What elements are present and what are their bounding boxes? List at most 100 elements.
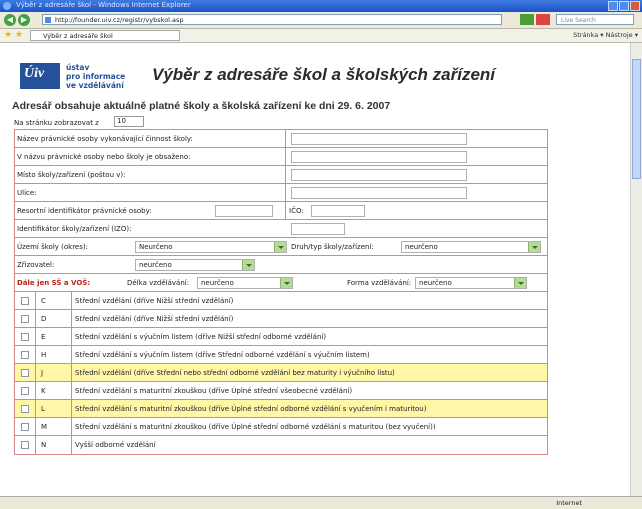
founder-select[interactable]: neurčeno xyxy=(135,259,255,271)
level-description: Střední vzdělání (dříve Nižší střední vz… xyxy=(75,297,234,305)
form-label: Forma vzdělávání: xyxy=(347,279,412,287)
level-description: Střední vzdělání s maturitní zkouškou (d… xyxy=(75,423,436,431)
length-select[interactable]: neurčeno xyxy=(197,277,293,289)
contains-label: V názvu právnické osoby nebo školy je ob… xyxy=(17,153,191,161)
level-checkbox[interactable] xyxy=(21,387,29,395)
level-code: K xyxy=(41,387,46,395)
page-content: Úiv ústav pro informace ve vzdělávání Vý… xyxy=(8,43,630,496)
education-level-row: E Střední vzdělání s výučním listem (dří… xyxy=(15,328,547,346)
street-label: Ulice: xyxy=(17,189,37,197)
level-description: Vyšší odborné vzdělání xyxy=(75,441,156,449)
tab-active[interactable]: Výběr z adresáře škol xyxy=(30,30,180,41)
favorites-star-icon[interactable]: ★ xyxy=(4,30,12,40)
level-checkbox[interactable] xyxy=(21,369,29,377)
level-code: D xyxy=(41,315,47,323)
education-level-row: D Střední vzdělání (dříve Nižší střední … xyxy=(15,310,547,328)
minimize-button[interactable] xyxy=(608,1,618,11)
level-description: Střední vzdělání (dříve Střední nebo stř… xyxy=(75,369,395,377)
izo-input[interactable] xyxy=(291,223,345,235)
ico-label: IČO: xyxy=(289,207,304,215)
level-code: C xyxy=(41,297,46,305)
per-page-label: Na stránku zobrazovat z xyxy=(14,119,99,127)
search-input[interactable]: Live Search xyxy=(556,14,634,25)
form-row: Resortní identifikátor právnické osoby: … xyxy=(15,202,547,220)
territory-select[interactable]: Neurčeno xyxy=(135,241,287,253)
length-label: Délka vzdělávání: xyxy=(127,279,190,287)
territory-value: Neurčeno xyxy=(139,243,173,251)
back-button[interactable]: ◀ xyxy=(4,14,16,26)
place-input[interactable] xyxy=(291,169,467,181)
address-input[interactable]: http://founder.uiv.cz/registr/vybskol.as… xyxy=(42,14,502,25)
page-title: Výběr z adresáře škol a školských zaříze… xyxy=(152,65,496,84)
level-checkbox[interactable] xyxy=(21,297,29,305)
add-favorites-icon[interactable]: ★ xyxy=(15,30,23,40)
stop-button[interactable] xyxy=(536,14,550,25)
level-checkbox[interactable] xyxy=(21,405,29,413)
type-label: Druh/typ školy/zařízení: xyxy=(291,243,374,251)
type-select[interactable]: neurčeno xyxy=(401,241,541,253)
form-select[interactable]: neurčeno xyxy=(415,277,527,289)
address-text: http://founder.uiv.cz/registr/vybskol.as… xyxy=(55,16,184,24)
refresh-button[interactable] xyxy=(520,14,534,25)
name-input[interactable] xyxy=(291,133,467,145)
level-checkbox[interactable] xyxy=(21,333,29,341)
window-controls xyxy=(608,1,640,11)
founder-label: Zřizovatel: xyxy=(17,261,55,269)
level-code: N xyxy=(41,441,47,449)
resort-label: Resortní identifikátor právnické osoby: xyxy=(17,207,152,215)
per-page-input[interactable]: 10 xyxy=(114,116,144,127)
education-level-row: L Střední vzdělání s maturitní zkouškou … xyxy=(15,400,547,418)
form-row: Ulice: xyxy=(15,184,547,202)
street-input[interactable] xyxy=(291,187,467,199)
education-level-row: C Střední vzdělání (dříve Nižší střední … xyxy=(15,292,547,310)
level-code: E xyxy=(41,333,46,341)
org-line: ústav xyxy=(66,63,90,72)
level-checkbox[interactable] xyxy=(21,351,29,359)
status-bar: Internet xyxy=(0,496,642,509)
page-icon xyxy=(45,17,51,23)
level-checkbox[interactable] xyxy=(21,441,29,449)
scroll-thumb[interactable] xyxy=(632,59,641,179)
level-code: J xyxy=(41,369,44,377)
form-value: neurčeno xyxy=(419,279,452,287)
maximize-button[interactable] xyxy=(619,1,629,11)
form-row: Název právnické osoby vykonávající činno… xyxy=(15,130,547,148)
org-line: ve vzdělávání xyxy=(66,81,124,90)
form-row: Území školy (okres): Neurčeno Druh/typ š… xyxy=(15,238,547,256)
forward-button[interactable]: ▶ xyxy=(18,14,30,26)
contains-input[interactable] xyxy=(291,151,467,163)
education-level-row: K Střední vzdělání s maturitní zkouškou … xyxy=(15,382,547,400)
level-checkbox[interactable] xyxy=(21,423,29,431)
level-code: M xyxy=(41,423,48,431)
uiv-logo: Úiv xyxy=(20,63,60,89)
tab-bar: ★ ★ Výběr z adresáře škol Stránka ▾ Nást… xyxy=(0,29,642,43)
education-level-row: J Střední vzdělání (dříve Střední nebo s… xyxy=(15,364,547,382)
window-titlebar: Výběr z adresáře škol - Windows Internet… xyxy=(0,0,642,12)
level-checkbox[interactable] xyxy=(21,315,29,323)
chevron-down-icon xyxy=(528,242,540,252)
vertical-scrollbar[interactable] xyxy=(630,43,642,496)
izo-label: Identifikátor školy/zařízení (IZO): xyxy=(17,225,132,233)
length-value: neurčeno xyxy=(201,279,234,287)
type-value: neurčeno xyxy=(405,243,438,251)
place-label: Místo školy/zařízení (poštou v): xyxy=(17,171,126,179)
ico-input[interactable] xyxy=(311,205,365,217)
close-button[interactable] xyxy=(630,1,640,11)
form-row: Dále jen SŠ a VOŠ: Délka vzdělávání: neu… xyxy=(15,274,547,292)
form-row: Identifikátor školy/zařízení (IZO): xyxy=(15,220,547,238)
chevron-down-icon xyxy=(242,260,254,270)
chevron-down-icon xyxy=(280,278,292,288)
chevron-down-icon xyxy=(274,242,286,252)
education-level-row: M Střední vzdělání s maturitní zkouškou … xyxy=(15,418,547,436)
territory-label: Území školy (okres): xyxy=(17,243,88,251)
address-toolbar: ◀ ▶ http://founder.uiv.cz/registr/vybsko… xyxy=(0,12,642,29)
level-description: Střední vzdělání (dříve Nižší střední vz… xyxy=(75,315,234,323)
resort-input[interactable] xyxy=(215,205,273,217)
page-subtitle: Adresář obsahuje aktuálně platné školy a… xyxy=(12,100,391,112)
level-description: Střední vzdělání s maturitní zkouškou (d… xyxy=(75,405,427,413)
founder-value: neurčeno xyxy=(139,261,172,269)
chevron-down-icon xyxy=(514,278,526,288)
level-description: Střední vzdělání s maturitní zkouškou (d… xyxy=(75,387,353,395)
tab-label: Výběr z adresáře škol xyxy=(43,32,113,40)
command-bar[interactable]: Stránka ▾ Nástroje ▾ xyxy=(573,31,638,39)
